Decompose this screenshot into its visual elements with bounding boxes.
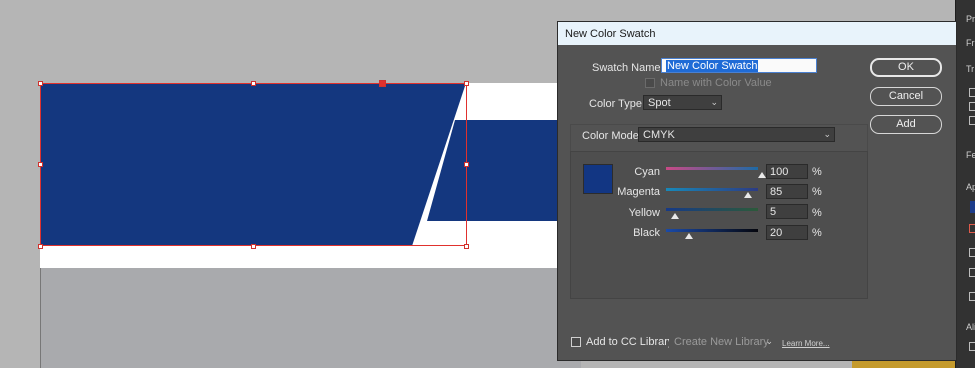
color-type-select[interactable]: Spot ⌄ [643,95,722,110]
color-type-label: Color Type: [589,98,646,110]
flip-icon[interactable] [969,116,975,125]
handle-bottom-right[interactable] [464,244,469,249]
yellow-slider-track[interactable] [666,208,758,211]
handle-top-right-anchor[interactable] [379,80,386,87]
color-preview-swatch [583,164,613,194]
handle-middle-right[interactable] [464,162,469,167]
wrap-icon[interactable] [969,268,975,277]
transform-icon[interactable] [969,102,975,111]
color-mode-value: CMYK [643,129,675,141]
yellow-label: Yellow [628,207,660,219]
handle-middle-left[interactable] [38,162,43,167]
dock-label-properties[interactable]: Pr [966,14,975,24]
learn-more-link[interactable]: Learn More... [782,339,830,348]
cc-library-select[interactable]: Create New Library ⌄ [669,334,777,349]
black-label: Black [633,227,660,239]
chevron-down-icon: ⌄ [823,129,831,139]
black-value-field[interactable]: 20 [766,225,808,240]
black-unit: % [812,227,822,239]
stroke-icon[interactable] [969,224,975,233]
ok-button[interactable]: OK [870,58,942,77]
add-to-cc-library-label: Add to CC Library: [586,336,677,348]
swatch-name-value: New Color Swatch [666,60,759,72]
magenta-unit: % [812,186,822,198]
dock-label-transform[interactable]: Tr [966,64,974,74]
fill-swatch-icon[interactable] [970,201,975,213]
cyan-unit: % [812,166,822,178]
cancel-button[interactable]: Cancel [870,87,942,106]
reference-point-icon[interactable] [969,88,975,97]
handle-top-middle[interactable] [251,81,256,86]
cyan-slider-track[interactable] [666,167,758,170]
right-panel-dock: Pr Fr Tr Fe Ap Ali [955,0,975,368]
selection-frame[interactable] [40,83,467,246]
color-mode-select[interactable]: CMYK ⌄ [638,127,835,142]
handle-top-right[interactable] [464,81,469,86]
cyan-label: Cyan [634,166,660,178]
align-icon[interactable] [969,342,975,351]
dock-label-appearance[interactable]: Ap [966,182,975,192]
cc-library-value: Create New Library [674,336,769,348]
swatch-name-label: Swatch Name: [592,62,664,74]
handle-bottom-middle[interactable] [251,244,256,249]
magenta-value-field[interactable]: 85 [766,184,808,199]
chevron-down-icon: ⌄ [765,336,773,346]
chevron-down-icon: ⌄ [710,97,718,107]
color-mode-label: Color Mode: [582,130,642,142]
effects-icon[interactable] [969,248,975,257]
magenta-label: Magenta [617,186,660,198]
dock-label-frame[interactable]: Fr [966,38,975,48]
arrange-icon[interactable] [969,292,975,301]
handle-bottom-left[interactable] [38,244,43,249]
dialog-title: New Color Swatch [565,28,656,40]
name-with-color-value-checkbox[interactable] [645,78,655,88]
black-slider-track[interactable] [666,229,758,232]
dock-label-fill[interactable]: Fe [966,150,975,160]
add-button[interactable]: Add [870,115,942,134]
yellow-value-field[interactable]: 5 [766,204,808,219]
add-to-cc-library-checkbox[interactable] [571,337,581,347]
new-color-swatch-dialog: New Color Swatch Swatch Name: New Color … [558,22,956,360]
magenta-slider-track[interactable] [666,188,758,191]
yellow-unit: % [812,207,822,219]
cyan-value-field[interactable]: 100 [766,164,808,179]
dialog-titlebar[interactable]: New Color Swatch [558,22,956,45]
dock-label-align[interactable]: Ali [966,322,975,332]
color-type-value: Spot [648,97,671,109]
handle-top-left[interactable] [38,81,43,86]
name-with-color-value-label: Name with Color Value [660,77,772,89]
swatch-name-input[interactable]: New Color Swatch [661,58,817,73]
